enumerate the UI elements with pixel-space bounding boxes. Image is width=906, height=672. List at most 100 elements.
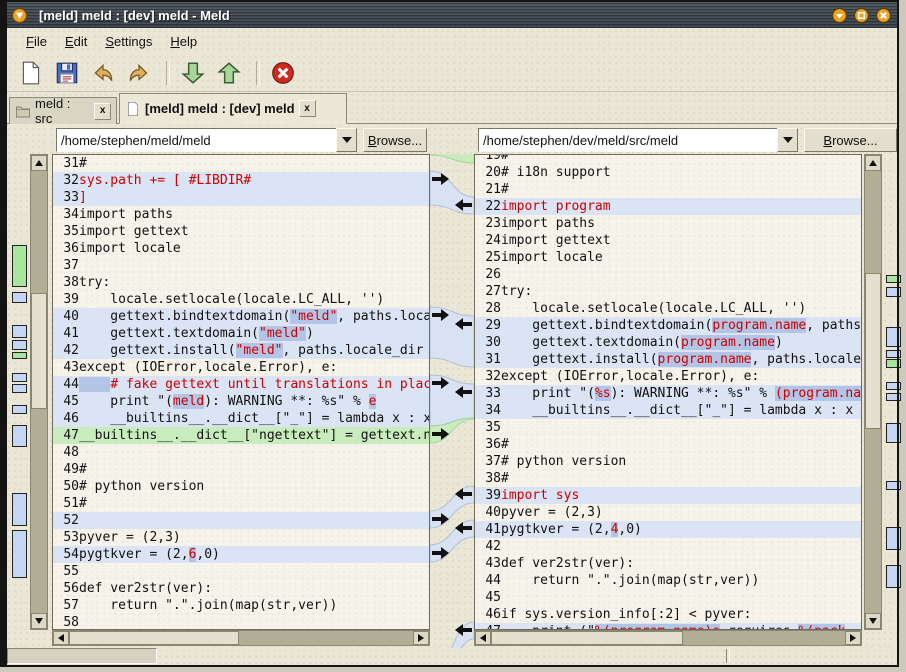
code-line: 43except (IOError,locale.Error), e: xyxy=(53,359,429,376)
code-line: 21# xyxy=(475,181,861,198)
diff-map-block-blue[interactable] xyxy=(12,405,27,414)
line-number: 44 xyxy=(475,572,501,589)
code-line: 49# xyxy=(53,461,429,478)
left-pane-vertical-scrollbar[interactable] xyxy=(30,154,48,630)
folder-icon xyxy=(15,103,31,119)
code-segment: , paths.loca xyxy=(337,309,430,324)
scrollbar-thumb[interactable] xyxy=(865,273,881,429)
diff-map-block-blue[interactable] xyxy=(12,340,27,350)
code-text: try: xyxy=(79,274,110,291)
diff-map-block-blue[interactable] xyxy=(12,530,27,578)
maximize-button[interactable] xyxy=(853,7,870,24)
scroll-right-button[interactable] xyxy=(413,631,429,645)
scrollbar-thumb[interactable] xyxy=(491,631,683,645)
right-path-combo-button[interactable] xyxy=(777,128,798,152)
new-button[interactable] xyxy=(15,58,47,88)
scroll-right-button[interactable] xyxy=(845,631,861,645)
tab-close-button[interactable]: x xyxy=(94,103,111,120)
diff-map-block-blue[interactable] xyxy=(12,373,27,382)
code-line: 26 xyxy=(475,266,861,283)
code-line: 36# xyxy=(475,436,861,453)
left-pane-horizontal-scrollbar[interactable] xyxy=(52,630,430,646)
line-number: 43 xyxy=(53,359,79,376)
code-segment: import locale xyxy=(79,241,181,256)
scroll-up-button[interactable] xyxy=(865,155,881,171)
tab-meld-dev-meld[interactable]: [meld] meld : [dev] meld x xyxy=(119,93,347,124)
tab-meld-src[interactable]: meld : src x xyxy=(9,97,117,124)
code-line: 44 return ".".join(map(str,ver)) xyxy=(475,572,861,589)
code-segment: e xyxy=(369,394,377,409)
diff-map-block-blue[interactable] xyxy=(12,384,27,393)
code-segment: gettext.textdomain( xyxy=(79,326,259,341)
titlebar[interactable]: [meld] meld : [dev] meld - Meld xyxy=(7,2,897,28)
left-path-combo-button[interactable] xyxy=(336,128,357,152)
right-code-content: 19#20# i18n support21#22import program23… xyxy=(475,154,861,630)
code-segment: ): WARNING **: %s" % xyxy=(204,394,368,409)
redo-button[interactable] xyxy=(123,58,155,88)
code-line: 54pygtkver = (2,6,0) xyxy=(53,546,429,563)
code-text: # xyxy=(501,154,509,164)
line-number: 53 xyxy=(53,529,79,546)
code-line: 36import locale xyxy=(53,240,429,257)
scrollbar-thumb[interactable] xyxy=(31,293,47,409)
undo-button[interactable] xyxy=(87,58,119,88)
stop-button[interactable] xyxy=(267,58,299,88)
code-line: 34 __builtins__.__dict__["_"] = lambda x… xyxy=(475,402,861,419)
prev-diff-button[interactable] xyxy=(213,58,245,88)
tab-close-button[interactable]: x xyxy=(299,100,316,117)
diff-map-block-green[interactable] xyxy=(12,245,27,287)
menu-item-settings[interactable]: Settings xyxy=(96,31,161,52)
line-number: 19 xyxy=(475,154,501,164)
left-path-input[interactable] xyxy=(56,128,337,152)
next-diff-button[interactable] xyxy=(177,58,209,88)
line-number: 41 xyxy=(475,521,501,538)
scroll-up-button[interactable] xyxy=(31,155,47,171)
left-code-pane[interactable]: 31#32sys.path += [ #LIBDIR#33]34import p… xyxy=(52,154,430,630)
close-button[interactable] xyxy=(875,7,892,24)
left-diff-map[interactable] xyxy=(10,154,29,630)
save-button[interactable] xyxy=(51,58,83,88)
code-line: 40 gettext.bindtextdomain("meld", paths.… xyxy=(53,308,429,325)
code-line: 41pygtkver = (2,4,0) xyxy=(475,521,861,538)
right-pane-horizontal-scrollbar[interactable] xyxy=(474,630,862,646)
code-segment: gettext.bindtextdomain( xyxy=(79,309,290,324)
code-text: gettext.textdomain(program.name) xyxy=(501,334,783,351)
right-diff-map[interactable] xyxy=(884,154,903,630)
scroll-down-button[interactable] xyxy=(865,613,881,629)
scroll-left-button[interactable] xyxy=(475,631,491,645)
diff-map-block-blue[interactable] xyxy=(12,325,27,338)
code-segment: if sys.version_info[:2] < pyver: xyxy=(501,607,751,622)
code-segment: sys.path += [ #LIBDIR# xyxy=(79,173,251,188)
right-browse-button[interactable]: Browse... xyxy=(804,128,897,152)
diff-map-block-green[interactable] xyxy=(12,352,27,359)
right-pane-vertical-scrollbar[interactable] xyxy=(864,154,882,630)
right-path-input[interactable] xyxy=(478,128,778,152)
code-line: 57 return ".".join(map(str,ver)) xyxy=(53,597,429,614)
code-line: 43def ver2str(ver): xyxy=(475,555,861,572)
diff-map-block-blue[interactable] xyxy=(12,493,27,526)
line-number: 32 xyxy=(475,368,501,385)
window-border-bottom xyxy=(0,665,899,667)
code-text: # xyxy=(501,470,509,487)
new-file-icon xyxy=(18,60,44,86)
minimize-button[interactable] xyxy=(831,7,848,24)
line-number: 26 xyxy=(475,266,501,283)
line-number: 46 xyxy=(53,410,79,427)
code-text: gettext.install("meld", paths.locale_dir xyxy=(79,342,423,359)
code-text: # xyxy=(501,436,509,453)
scroll-down-button[interactable] xyxy=(31,613,47,629)
scroll-left-button[interactable] xyxy=(53,631,69,645)
menu-item-file[interactable]: File xyxy=(17,31,56,52)
diff-map-block-blue[interactable] xyxy=(12,292,27,303)
diff-map-block-blue[interactable] xyxy=(12,425,27,447)
code-line: 42 gettext.install("meld", paths.locale_… xyxy=(53,342,429,359)
code-line: 58 xyxy=(53,614,429,630)
scrollbar-thumb[interactable] xyxy=(69,631,239,645)
line-number: 33 xyxy=(475,385,501,402)
menu-item-help[interactable]: Help xyxy=(161,31,206,52)
menu-item-edit[interactable]: Edit xyxy=(56,31,96,52)
line-number: 31 xyxy=(53,155,79,172)
line-number: 42 xyxy=(53,342,79,359)
left-browse-button[interactable]: Browse... xyxy=(363,128,427,152)
right-code-pane[interactable]: 19#20# i18n support21#22import program23… xyxy=(474,154,862,630)
